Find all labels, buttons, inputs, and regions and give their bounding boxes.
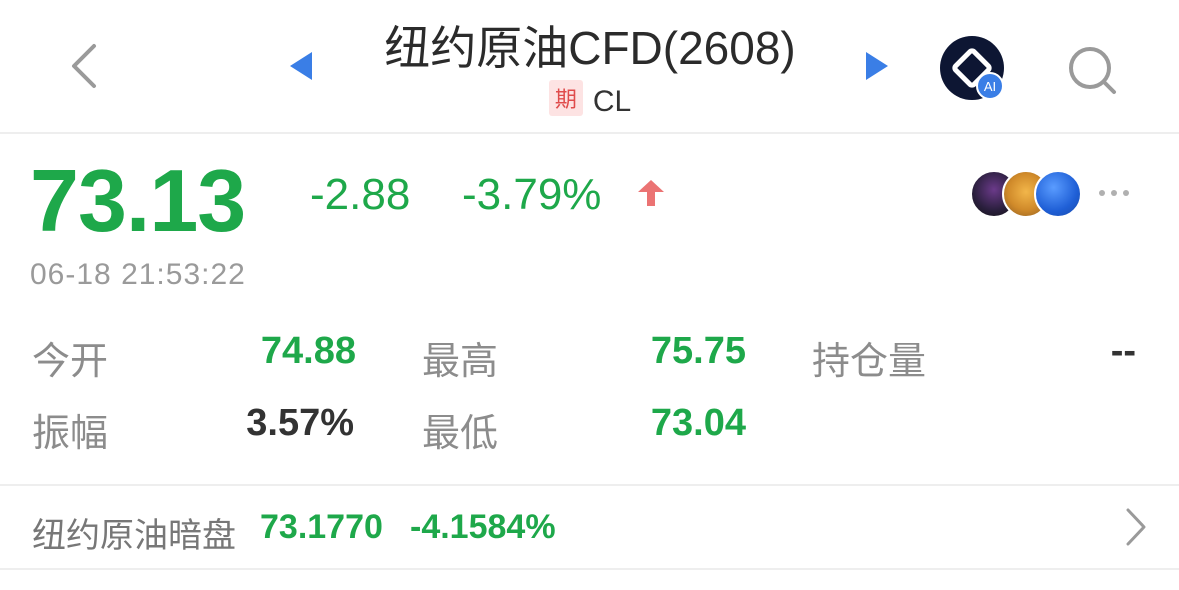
high-label: 最高 xyxy=(422,341,499,383)
back-icon[interactable] xyxy=(62,40,108,92)
price-change-percent: -3.79% xyxy=(462,170,602,219)
avatar xyxy=(1034,170,1082,218)
top-nav-bar: 纽约原油CFD(2608) 期 CL AI xyxy=(0,0,1179,132)
high-value: 75.75 xyxy=(650,330,746,372)
low-value: 73.04 xyxy=(650,402,746,444)
trend-arrow-icon xyxy=(638,180,664,206)
price-change: -2.88 xyxy=(310,170,411,219)
symbol-code: CL xyxy=(592,85,632,118)
amplitude-value: 3.57% xyxy=(246,402,354,444)
amplitude-label: 振幅 xyxy=(32,413,109,455)
low-label: 最低 xyxy=(422,413,499,455)
next-arrow-icon[interactable] xyxy=(862,48,892,84)
search-icon[interactable] xyxy=(1062,40,1122,100)
more-options-icon[interactable] xyxy=(1094,178,1134,208)
ai-assistant-icon[interactable]: AI xyxy=(938,34,1008,104)
ai-badge-label: AI xyxy=(984,79,996,94)
open-label: 今开 xyxy=(32,341,109,383)
chevron-right-icon xyxy=(1126,508,1146,546)
quote-timestamp: 06-18 21:53:22 xyxy=(30,258,246,291)
dark-pool-row[interactable]: 纽约原油暗盘 73.1770 -4.1584% xyxy=(0,486,1179,570)
page-title: 纽约原油CFD(2608) xyxy=(384,22,796,74)
dark-pool-price: 73.1770 xyxy=(260,508,383,546)
dark-pool-change-percent: -4.1584% xyxy=(410,508,556,546)
follower-avatars[interactable] xyxy=(970,170,1090,218)
last-price: 73.13 xyxy=(30,151,246,250)
header-divider xyxy=(0,132,1179,134)
open-interest-label: 持仓量 xyxy=(812,341,927,383)
dark-pool-label: 纽约原油暗盘 xyxy=(32,517,236,555)
open-interest-value: -- xyxy=(1110,330,1136,372)
prev-arrow-icon[interactable] xyxy=(286,48,316,84)
futures-tag: 期 xyxy=(548,80,583,116)
open-value: 74.88 xyxy=(260,330,356,372)
bottom-divider xyxy=(0,568,1179,570)
symbol-line: 期 CL xyxy=(330,80,850,119)
